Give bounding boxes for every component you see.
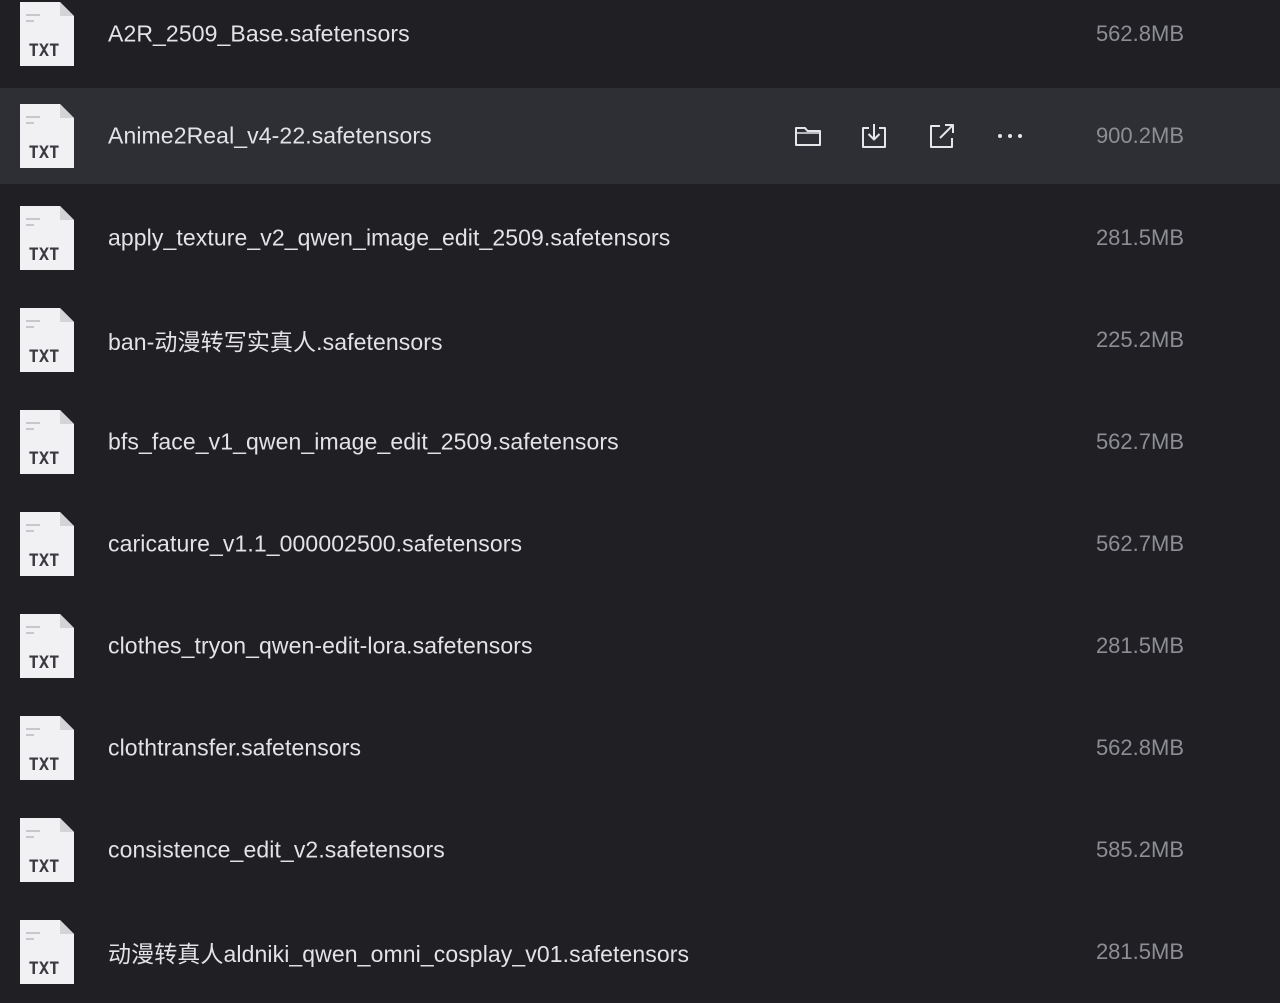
file-icon-label: TXT bbox=[29, 959, 60, 979]
txt-file-icon: TXT bbox=[18, 102, 76, 170]
file-icon-label: TXT bbox=[29, 41, 60, 61]
file-list: TXT A2R_2509_Base.safetensors 562.8MB TX… bbox=[0, 0, 1280, 1003]
file-size: 562.8MB bbox=[1095, 735, 1184, 760]
file-name: Anime2Real_v4-22.safetensors bbox=[108, 122, 432, 149]
file-name: caricature_v1.1_000002500.safetensors bbox=[108, 530, 523, 557]
share-icon bbox=[930, 124, 954, 148]
file-icon-label: TXT bbox=[29, 551, 60, 571]
txt-file-icon: TXT bbox=[18, 204, 76, 272]
file-row[interactable]: TXT clothes_tryon_qwen-edit-lora.safeten… bbox=[0, 598, 1280, 694]
file-icon-label: TXT bbox=[29, 449, 60, 469]
file-row[interactable]: TXT A2R_2509_Base.safetensors 562.8MB bbox=[0, 0, 1280, 82]
more-icon bbox=[998, 134, 1022, 138]
file-name: apply_texture_v2_qwen_image_edit_2509.sa… bbox=[108, 224, 671, 251]
file-size: 225.2MB bbox=[1095, 327, 1184, 352]
file-size: 900.2MB bbox=[1095, 123, 1184, 148]
file-row[interactable]: TXT apply_texture_v2_qwen_image_edit_250… bbox=[0, 190, 1280, 286]
open-folder-button[interactable] bbox=[788, 118, 828, 154]
file-icon-label: TXT bbox=[29, 347, 60, 367]
txt-file-icon: TXT bbox=[18, 918, 76, 986]
file-size: 281.5MB bbox=[1095, 939, 1184, 964]
file-row[interactable]: TXT consistence_edit_v2.safetensors 585.… bbox=[0, 802, 1280, 898]
file-name: clothes_tryon_qwen-edit-lora.safetensors bbox=[108, 632, 533, 659]
txt-file-icon: TXT bbox=[18, 510, 76, 578]
file-row[interactable]: TXT clothtransfer.safetensors 562.8MB bbox=[0, 700, 1280, 796]
row-actions bbox=[784, 118, 1034, 154]
file-icon-label: TXT bbox=[29, 857, 60, 877]
file-icon-label: TXT bbox=[29, 755, 60, 775]
txt-file-icon: TXT bbox=[18, 306, 76, 374]
file-row[interactable]: TXT ban-动漫转写实真人.safetensors 225.2MB bbox=[0, 292, 1280, 388]
file-size: 562.7MB bbox=[1095, 531, 1184, 556]
file-row[interactable]: TXT Anime2Real_v4-22.safetensors 900.2MB bbox=[0, 88, 1280, 184]
file-row[interactable]: TXT bfs_face_v1_qwen_image_edit_2509.saf… bbox=[0, 394, 1280, 490]
file-name: ban-动漫转写实真人.safetensors bbox=[108, 329, 443, 355]
folder-icon bbox=[795, 127, 821, 146]
file-icon-label: TXT bbox=[29, 245, 60, 265]
file-size: 585.2MB bbox=[1095, 837, 1184, 862]
file-size: 281.5MB bbox=[1095, 633, 1184, 658]
file-name: bfs_face_v1_qwen_image_edit_2509.safeten… bbox=[108, 428, 619, 455]
share-button[interactable] bbox=[922, 118, 962, 154]
file-size: 562.8MB bbox=[1095, 21, 1184, 46]
file-size: 281.5MB bbox=[1095, 225, 1184, 250]
file-row[interactable]: TXT 动漫转真人aldniki_qwen_omni_cosplay_v01.s… bbox=[0, 904, 1280, 1000]
txt-file-icon: TXT bbox=[18, 714, 76, 782]
txt-file-icon: TXT bbox=[18, 612, 76, 680]
download-button[interactable] bbox=[854, 118, 894, 154]
download-icon bbox=[862, 124, 886, 148]
txt-file-icon: TXT bbox=[18, 816, 76, 884]
file-name: A2R_2509_Base.safetensors bbox=[108, 20, 410, 47]
file-row[interactable]: TXT caricature_v1.1_000002500.safetensor… bbox=[0, 496, 1280, 592]
file-icon-label: TXT bbox=[29, 653, 60, 673]
txt-file-icon: TXT bbox=[18, 0, 76, 68]
file-icon-label: TXT bbox=[29, 143, 60, 163]
file-size: 562.7MB bbox=[1095, 429, 1184, 454]
file-name: consistence_edit_v2.safetensors bbox=[108, 836, 445, 863]
txt-file-icon: TXT bbox=[18, 408, 76, 476]
more-button[interactable] bbox=[990, 118, 1030, 154]
file-name: clothtransfer.safetensors bbox=[108, 734, 362, 761]
file-name: 动漫转真人aldniki_qwen_omni_cosplay_v01.safet… bbox=[108, 941, 690, 967]
